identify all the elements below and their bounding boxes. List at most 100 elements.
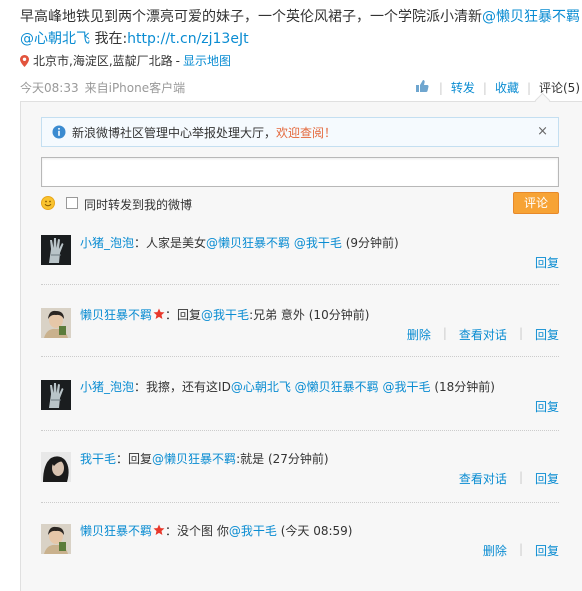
close-icon[interactable]: ×	[537, 124, 548, 139]
vip-star-icon	[153, 308, 165, 319]
comment-text: 没个图 你	[177, 524, 229, 538]
forward-checkbox[interactable]	[66, 197, 78, 209]
reply-link[interactable]: 回复	[535, 398, 559, 415]
mention-link[interactable]: @我干毛	[201, 308, 249, 322]
delete-link[interactable]: 删除	[407, 326, 431, 343]
post-body: 早高峰地铁见到两个漂亮可爱的妹子，一个英伦风裙子，一个学院派小清新	[20, 9, 482, 25]
comment-button[interactable]: 评论(5)	[531, 79, 582, 96]
view-conversation-link[interactable]: 查看对话	[459, 326, 507, 343]
mention-link[interactable]: @懒贝狂暴不羁	[482, 9, 580, 25]
reply-prefix: 回复	[177, 308, 202, 322]
avatar[interactable]	[41, 452, 71, 482]
mention-link[interactable]: @我干毛	[229, 524, 277, 538]
mention-link[interactable]: @我干毛	[383, 380, 431, 394]
mention-link[interactable]: @懒贝狂暴不羁	[206, 236, 290, 250]
post-meta: 今天08:33 来自iPhone客户端	[20, 79, 185, 96]
action-separator: |	[518, 542, 523, 556]
forward-checkbox-label: 同时转发到我的微博	[84, 198, 193, 212]
view-conversation-link[interactable]: 查看对话	[459, 470, 507, 487]
comment-text: :就是	[236, 452, 265, 466]
comment-actions: 删除 | 查看对话 | 回复	[407, 326, 559, 343]
comment-time: (今天 08:59)	[280, 524, 353, 538]
comment-time: (18分钟前)	[434, 380, 495, 394]
comment-text: :兄弟 意外	[249, 308, 305, 322]
comment-line: 小猪_泡泡：人家是美女@懒贝狂暴不羁 @我干毛 (9分钟前)	[80, 234, 399, 252]
comment-divider	[41, 430, 559, 431]
map-pin-icon	[20, 55, 29, 67]
notice-link[interactable]: 欢迎查阅！	[276, 124, 336, 141]
comment-user[interactable]: 懒贝狂暴不羁	[80, 308, 152, 322]
comment-line: 懒贝狂暴不羁 ：没个图 你@我干毛 (今天 08:59)	[80, 522, 352, 540]
comment-actions: 回复	[535, 254, 559, 271]
comment-time: (9分钟前)	[345, 236, 399, 250]
avatar-person-image	[41, 308, 71, 338]
notice-text: 新浪微博社区管理中心举报处理大厅，	[72, 125, 277, 140]
comment-actions: 删除 | 回复	[483, 542, 559, 559]
comment-user[interactable]: 小猪_泡泡	[80, 236, 134, 250]
forward-button[interactable]: 转发	[443, 79, 483, 96]
avatar-person-image	[41, 452, 71, 482]
location-text: 北京市,海淀区,蓝靛厂北路	[33, 54, 173, 68]
location-line: 北京市,海淀区,蓝靛厂北路 - 显示地图	[20, 52, 231, 70]
vip-star-icon	[153, 524, 165, 535]
action-separator: |	[518, 470, 523, 484]
comment-line: 小猪_泡泡：我擦，还有这ID@心朝北飞 @懒贝狂暴不羁 @我干毛 (18分钟前)	[80, 378, 495, 396]
comment-user[interactable]: 懒贝狂暴不羁	[80, 524, 152, 538]
info-icon	[52, 125, 66, 139]
mention-link[interactable]: @心朝北飞	[20, 31, 90, 47]
reply-prefix: 回复	[128, 452, 153, 466]
avatar[interactable]	[41, 524, 71, 554]
avatar-person-image	[41, 524, 71, 554]
mention-link[interactable]: @心朝北飞	[231, 380, 291, 394]
like-button[interactable]	[415, 79, 439, 96]
comment-divider	[41, 356, 559, 357]
post-location-prefix: 我在:	[90, 31, 128, 47]
comment-line: 懒贝狂暴不羁 ：回复@我干毛:兄弟 意外 (10分钟前)	[80, 306, 369, 324]
comment-time: (10分钟前)	[308, 308, 370, 322]
post-time[interactable]: 今天08:33	[20, 81, 79, 95]
mention-link[interactable]: @懒贝狂暴不羁	[152, 452, 236, 466]
comment-line: 我干毛：回复@懒贝狂暴不羁:就是 (27分钟前)	[80, 450, 329, 468]
thumbs-up-icon	[415, 80, 429, 92]
comment-colon: ：	[165, 524, 178, 538]
post-text: 早高峰地铁见到两个漂亮可爱的妹子，一个英伦风裙子，一个学院派小清新@懒贝狂暴不羁…	[20, 6, 580, 50]
comment-time: (27分钟前)	[267, 452, 329, 466]
comment-text: 人家是美女	[146, 236, 207, 250]
avatar[interactable]	[41, 380, 71, 410]
source-prefix: 来自	[84, 81, 109, 95]
reply-link[interactable]: 回复	[535, 254, 559, 271]
comment-text: 我擦，还有这ID	[146, 380, 231, 394]
avatar[interactable]	[41, 308, 71, 338]
reply-link[interactable]: 回复	[535, 542, 559, 559]
reply-link[interactable]: 回复	[535, 470, 559, 487]
comment-colon: ：	[134, 380, 147, 394]
comment-input[interactable]	[41, 157, 559, 187]
source-link[interactable]: iPhone客户端	[109, 81, 186, 95]
action-separator: |	[442, 326, 447, 340]
submit-comment-button[interactable]: 评论	[513, 192, 559, 214]
comment-colon: ：	[134, 236, 147, 250]
action-separator: |	[518, 326, 523, 340]
emoticon-icon[interactable]	[41, 196, 55, 210]
comment-colon: ：	[165, 308, 178, 322]
report-notice: 新浪微博社区管理中心举报处理大厅， 欢迎查阅！ ×	[41, 117, 559, 147]
comment-user[interactable]: 我干毛	[80, 452, 116, 466]
mention-link[interactable]: @我干毛	[294, 236, 342, 250]
comment-divider	[41, 502, 559, 503]
short-url-link[interactable]: http://t.cn/zj13eJt	[127, 31, 248, 47]
avatar-hand-image	[41, 235, 71, 265]
comment-user[interactable]: 小猪_泡泡	[80, 380, 134, 394]
avatar[interactable]	[41, 235, 71, 265]
post-actions: | 转发 | 收藏 | 评论(5)	[415, 79, 582, 96]
delete-link[interactable]: 删除	[483, 542, 507, 559]
avatar-hand-image	[41, 380, 71, 410]
comment-actions: 查看对话 | 回复	[459, 470, 559, 487]
comment-actions: 回复	[535, 398, 559, 415]
comment-divider	[41, 284, 559, 285]
location-separator: -	[175, 54, 180, 68]
mention-link[interactable]: @懒贝狂暴不羁	[295, 380, 379, 394]
comment-colon: ：	[116, 452, 129, 466]
reply-link[interactable]: 回复	[535, 326, 559, 343]
favorite-button[interactable]: 收藏	[487, 79, 527, 96]
show-map-link[interactable]: 显示地图	[183, 52, 231, 70]
